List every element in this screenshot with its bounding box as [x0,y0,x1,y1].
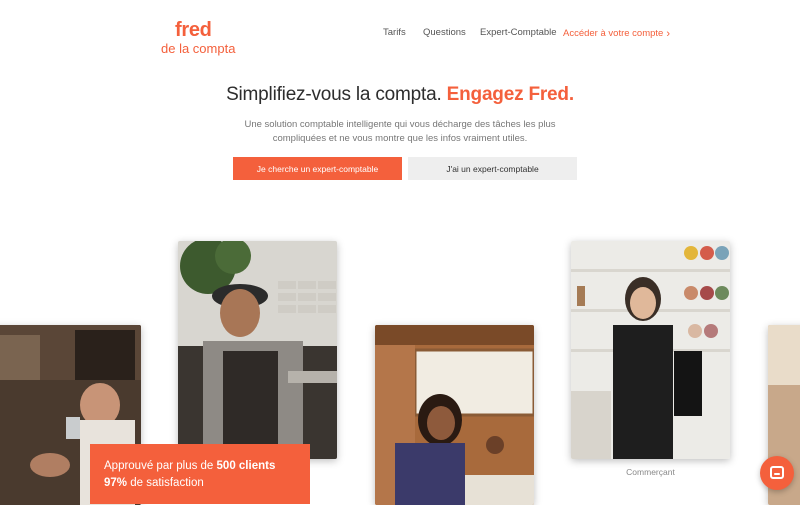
photo-barista [178,241,337,459]
photo-shop-owner [571,241,730,459]
hero-title-main: Simplifiez-vous la compta. [226,84,442,105]
hero-title-accent: Engagez Fred. [446,84,574,105]
chevron-right-icon: › [666,28,670,40]
badge-line-1-prefix: Approuvé par plus de [104,460,214,472]
hero-title: Simplifiez-vous la compta. Engagez Fred. [0,84,800,106]
badge-line-1: Approuvé par plus de 500 clients [104,458,296,475]
nav-link-questions[interactable]: Questions [423,27,466,38]
chat-launcher-button[interactable] [760,456,794,490]
badge-satisfaction-rate: 97% [104,477,128,489]
badge-line-2: 97% de satisfaction [104,475,296,492]
badge-client-count: 500 clients [216,460,276,472]
nav-link-expert-comptable[interactable]: Expert-Comptable [480,27,557,38]
logo-line-2: de la compta [161,41,236,56]
approval-badge: Approuvé par plus de 500 clients 97% de … [90,444,310,504]
find-expert-button[interactable]: Je cherche un expert-comptable [233,157,402,180]
hero-subtitle: Une solution comptable intelligente qui … [244,119,556,144]
have-expert-button[interactable]: J'ai un expert-comptable [408,157,577,180]
chat-icon [770,466,784,479]
brand-logo[interactable]: fred de la compta [161,20,235,55]
badge-line-2-suffix: de satisfaction [130,477,204,489]
nav-link-tarifs[interactable]: Tarifs [383,27,406,38]
account-login-label: Accéder à votre compte [563,28,664,39]
photo-woman-office [375,325,534,505]
logo-line-1: fred [175,19,212,41]
account-login-link[interactable]: Accéder à votre compte › [563,27,670,40]
photo-caption-commercant: Commerçant [626,467,675,477]
